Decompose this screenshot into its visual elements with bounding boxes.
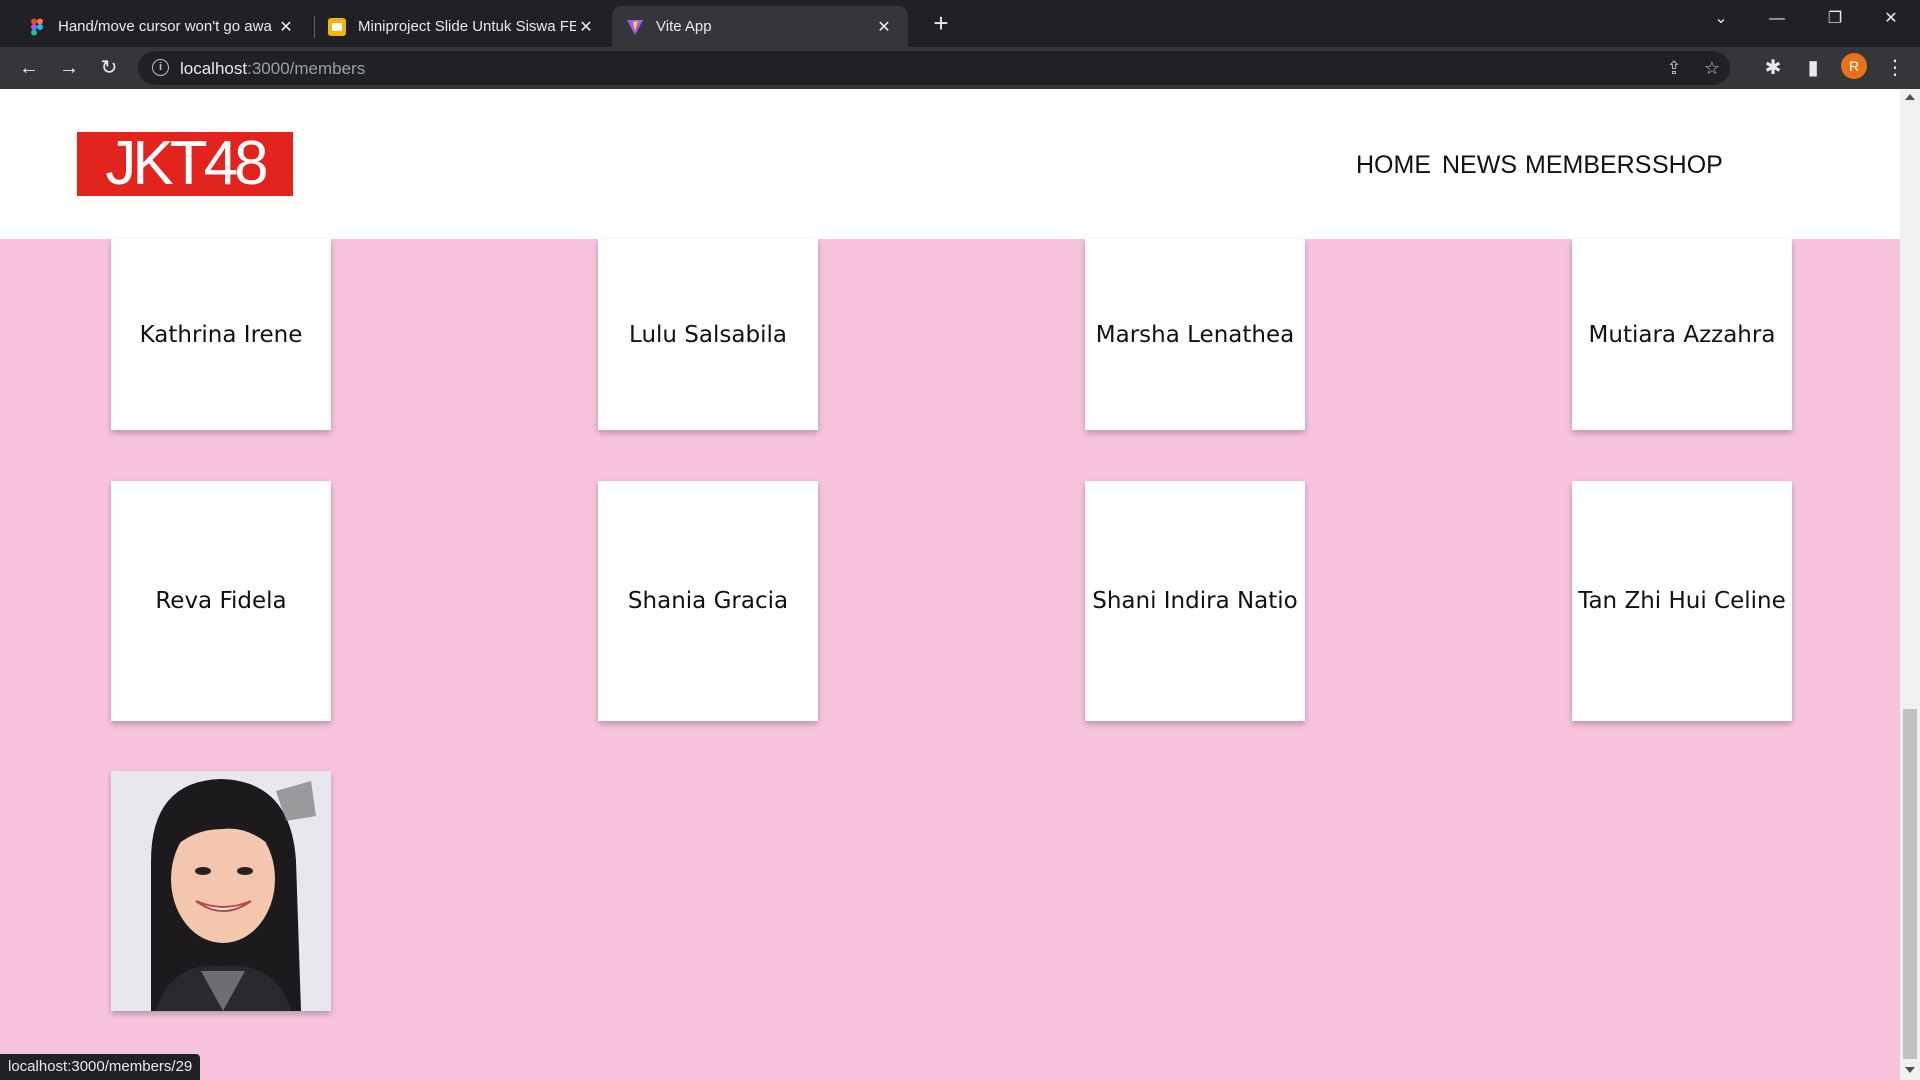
forward-icon[interactable]: → <box>54 53 84 83</box>
member-card[interactable]: Shani Indira Natio <box>1085 481 1305 721</box>
member-name: Mutiara Azzahra <box>1588 321 1776 348</box>
new-tab-button[interactable]: + <box>924 6 958 40</box>
member-name: Shania Gracia <box>627 588 789 614</box>
share-icon[interactable]: ⇪ <box>1660 54 1688 82</box>
site-info-icon[interactable]: i <box>152 59 169 76</box>
member-name: Lulu Salsabila <box>629 321 787 348</box>
scrollbar-thumb[interactable] <box>1903 709 1917 1059</box>
member-name: Reva Fidela <box>155 588 287 614</box>
vite-icon <box>626 18 644 36</box>
profile-avatar[interactable]: R <box>1841 53 1867 79</box>
member-photo <box>111 771 331 1011</box>
close-icon[interactable]: ✕ <box>576 17 596 37</box>
member-card[interactable]: Marsha Lenathea <box>1085 239 1305 430</box>
member-name: Tan Zhi Hui Celine <box>1578 588 1786 614</box>
member-card[interactable]: Kathrina Irene <box>111 239 331 430</box>
close-window-button[interactable]: ✕ <box>1862 0 1920 40</box>
link-status-bar: localhost:3000/members/29 <box>0 1054 201 1080</box>
tab-title: Miniproject Slide Untuk Siswa FE <box>358 18 576 35</box>
minimize-button[interactable]: — <box>1748 0 1806 40</box>
vertical-scrollbar[interactable] <box>1900 89 1920 1080</box>
tab-title: Vite App <box>656 18 712 35</box>
side-panel-icon[interactable]: ▮ <box>1798 53 1828 83</box>
member-card[interactable]: Reva Fidela <box>111 481 331 721</box>
tab-title: Hand/move cursor won't go awa <box>58 18 272 35</box>
member-name: Kathrina Irene <box>139 321 303 348</box>
figma-icon <box>28 18 46 36</box>
slides-icon <box>328 17 346 36</box>
member-photo-card[interactable] <box>111 771 331 1011</box>
close-icon[interactable]: ✕ <box>874 17 894 37</box>
scroll-up-icon[interactable] <box>1905 94 1915 100</box>
member-card[interactable]: Lulu Salsabila <box>598 239 818 430</box>
tab-figma[interactable]: Hand/move cursor won't go awa ✕ <box>14 6 310 47</box>
member-name: Marsha Lenathea <box>1095 321 1295 348</box>
restore-button[interactable]: ❐ <box>1806 0 1864 40</box>
nav-news[interactable]: NEWS <box>1442 151 1517 180</box>
site-logo[interactable]: JKT48 <box>77 132 293 196</box>
site-header: JKT48 HOME NEWS MEMBERS SHOP <box>0 89 1900 239</box>
close-icon[interactable]: ✕ <box>276 17 296 37</box>
nav-home[interactable]: HOME <box>1356 151 1431 180</box>
back-icon[interactable]: ← <box>14 53 44 83</box>
reload-icon[interactable]: ↻ <box>94 53 124 83</box>
extensions-icon[interactable]: ✱ <box>1758 53 1788 83</box>
member-card[interactable]: Shania Gracia <box>598 481 818 721</box>
url-text[interactable]: localhost:3000/members <box>180 59 365 79</box>
tab-strip: Hand/move cursor won't go awa ✕ Miniproj… <box>0 0 1920 47</box>
nav-members[interactable]: MEMBERS <box>1525 151 1651 180</box>
tab-search-icon[interactable]: ⌄ <box>1692 0 1750 40</box>
scroll-down-icon[interactable] <box>1905 1067 1915 1073</box>
member-card[interactable]: Mutiara Azzahra <box>1572 239 1792 430</box>
tab-vite-app[interactable]: Vite App ✕ <box>612 6 908 47</box>
menu-icon[interactable]: ⋮ <box>1880 53 1910 83</box>
nav-shop[interactable]: SHOP <box>1652 151 1723 180</box>
bookmark-star-icon[interactable]: ☆ <box>1698 54 1726 82</box>
browser-toolbar: ← → ↻ i localhost:3000/members ⇪ ☆ ✱ ▮ ⋮ <box>0 47 1920 89</box>
tab-slides[interactable]: Miniproject Slide Untuk Siswa FE ✕ <box>314 6 610 47</box>
page-viewport: JKT48 HOME NEWS MEMBERS SHOP Kathrina Ir… <box>0 89 1900 1080</box>
member-name: Shani Indira Natio <box>1092 588 1298 614</box>
address-bar[interactable]: i localhost:3000/members ⇪ ☆ <box>138 51 1730 85</box>
member-card[interactable]: Tan Zhi Hui Celine <box>1572 481 1792 721</box>
